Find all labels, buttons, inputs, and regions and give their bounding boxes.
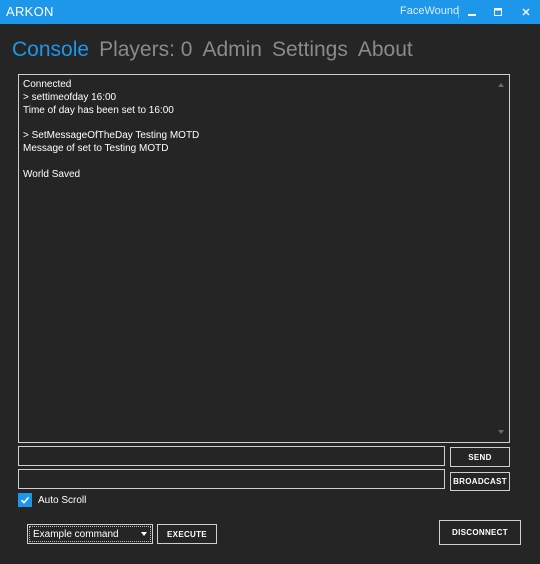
send-button[interactable]: SEND	[450, 447, 510, 467]
broadcast-input[interactable]	[18, 469, 445, 489]
app-title: ARKON	[6, 4, 54, 19]
minimize-button[interactable]	[460, 0, 484, 24]
chevron-down-icon	[141, 532, 147, 536]
console-output[interactable]: Connected > settimeofday 16:00 Time of d…	[18, 74, 510, 443]
console-line: > SetMessageOfTheDay Testing MOTD	[23, 130, 200, 142]
send-input[interactable]	[18, 446, 445, 466]
minimize-icon	[468, 14, 476, 16]
scroll-down-icon[interactable]	[497, 428, 505, 436]
tab-players[interactable]: Players: 0	[99, 36, 192, 64]
scroll-up-icon[interactable]	[497, 81, 505, 89]
close-icon	[522, 8, 530, 16]
console-line: World Saved	[23, 168, 81, 180]
checkmark-icon	[20, 496, 30, 504]
tab-about[interactable]: About	[358, 36, 413, 64]
maximize-icon	[494, 8, 502, 16]
tab-bar: Console Players: 0 Admin Settings About	[12, 36, 413, 64]
command-select[interactable]: Example command	[27, 524, 153, 544]
tab-console[interactable]: Console	[12, 36, 89, 64]
broadcast-button[interactable]: BROADCAST	[450, 472, 510, 491]
console-line: > settimeofday 16:00	[23, 91, 117, 103]
title-separator	[458, 6, 459, 18]
autoscroll-toggle[interactable]: Auto Scroll	[18, 493, 86, 507]
disconnect-button[interactable]: DISCONNECT	[439, 520, 521, 545]
console-line: Message of set to Testing MOTD	[23, 142, 169, 154]
user-name: FaceWound	[400, 5, 460, 17]
command-select-value: Example command	[33, 529, 119, 540]
console-line: Time of day has been set to 16:00	[23, 104, 174, 116]
title-bar: ARKON FaceWound	[0, 0, 540, 24]
execute-button[interactable]: EXECUTE	[157, 524, 217, 544]
console-lines: Connected > settimeofday 16:00 Time of d…	[23, 79, 493, 181]
autoscroll-label: Auto Scroll	[38, 494, 87, 506]
tab-settings[interactable]: Settings	[272, 36, 348, 64]
tab-admin[interactable]: Admin	[202, 36, 262, 64]
close-button[interactable]	[514, 0, 538, 24]
autoscroll-checkbox[interactable]	[18, 493, 32, 507]
console-line: Connected	[23, 79, 72, 90]
maximize-button[interactable]	[486, 0, 510, 24]
